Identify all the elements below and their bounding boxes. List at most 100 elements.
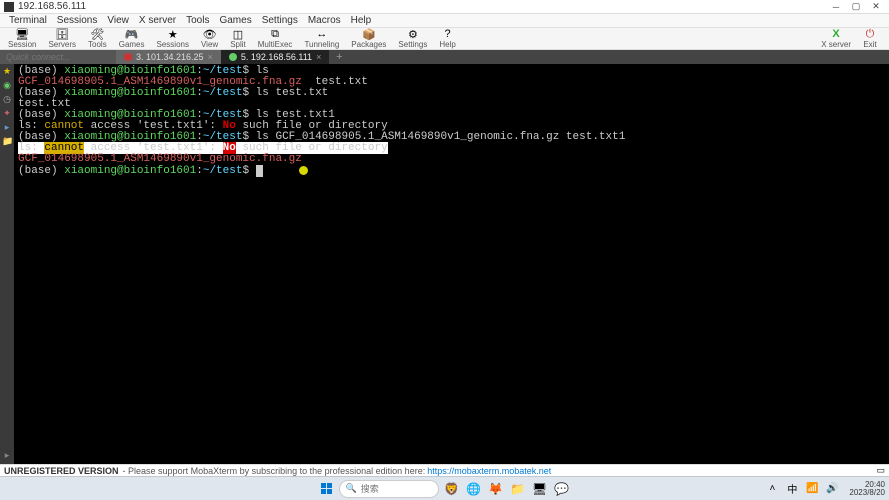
terminal-line: (base) xiaoming@bioinfo1601:~/test$ bbox=[18, 165, 885, 177]
quick-connect-input[interactable] bbox=[0, 52, 116, 62]
split-icon: ◫ bbox=[231, 28, 245, 40]
tool-label: Packages bbox=[351, 40, 386, 49]
unregistered-label: UNREGISTERED VERSION bbox=[4, 466, 119, 476]
terminal-line: GCF_014698905.1_ASM1469890v1_genomic.fna… bbox=[18, 154, 885, 165]
sessions-icon: ★ bbox=[166, 28, 180, 40]
tool-label: Help bbox=[439, 40, 455, 49]
menu-x-server[interactable]: X server bbox=[134, 14, 181, 27]
tool-servers[interactable]: 🗄Servers bbox=[42, 27, 82, 50]
tool-label: Sessions bbox=[157, 40, 189, 49]
tab-5--192-168-56-111[interactable]: 5. 192.168.56.111 × bbox=[221, 50, 330, 64]
tool-x-server[interactable]: XX server bbox=[815, 27, 857, 50]
tool-sessions[interactable]: ★Sessions bbox=[151, 27, 195, 50]
tool-tunneling[interactable]: ↔Tunneling bbox=[298, 27, 345, 50]
statusbar: UNREGISTERED VERSION - Please support Mo… bbox=[0, 464, 889, 476]
quick-connect[interactable] bbox=[0, 50, 116, 64]
games-icon: 🎮 bbox=[125, 28, 139, 40]
tab-close-icon[interactable]: × bbox=[316, 52, 321, 62]
taskbar-app-firefox[interactable]: 🦊 bbox=[487, 480, 505, 498]
maximize-button[interactable]: ▢ bbox=[847, 1, 865, 13]
taskbar-search[interactable]: 🔍 bbox=[339, 480, 439, 498]
tool-label: Servers bbox=[48, 40, 76, 49]
windows-logo-icon bbox=[321, 483, 333, 495]
session-icon: 🖥 bbox=[15, 28, 29, 40]
menu-games[interactable]: Games bbox=[214, 14, 256, 27]
tray-wifi-icon[interactable]: 📶 bbox=[805, 482, 819, 496]
tool-tools[interactable]: 🛠Tools bbox=[82, 27, 113, 50]
tool-label: Settings bbox=[398, 40, 427, 49]
tab-label: 5. 192.168.56.111 bbox=[241, 52, 312, 62]
taskbar-app-chat[interactable]: 💬 bbox=[553, 480, 571, 498]
status-link[interactable]: https://mobaxterm.mobatek.net bbox=[427, 466, 551, 476]
menubar: TerminalSessionsViewX serverToolsGamesSe… bbox=[0, 14, 889, 28]
taskbar-app-edge[interactable]: 🌐 bbox=[465, 480, 483, 498]
tool-label: View bbox=[201, 40, 218, 49]
globe-icon[interactable]: ◉ bbox=[2, 80, 12, 90]
hint-dot-icon bbox=[299, 166, 308, 175]
macros-icon[interactable]: ▸ bbox=[2, 122, 12, 132]
settings-icon: ⚙ bbox=[406, 28, 420, 40]
tray-volume-icon[interactable]: 🔊 bbox=[825, 482, 839, 496]
tool-multiexec[interactable]: ⧉MultiExec bbox=[252, 27, 299, 50]
start-button[interactable] bbox=[319, 481, 335, 497]
tab-status-icon bbox=[124, 53, 132, 61]
tabstrip: 3. 101.34.216.25 × 5. 192.168.56.111 × + bbox=[0, 50, 889, 64]
sftp-icon[interactable]: 📁 bbox=[2, 136, 12, 146]
menu-settings[interactable]: Settings bbox=[257, 14, 303, 27]
tool-exit[interactable]: ⏻Exit bbox=[857, 27, 883, 50]
exit-icon: ⏻ bbox=[863, 28, 877, 40]
multiexec-icon: ⧉ bbox=[268, 28, 282, 40]
tool-settings[interactable]: ⚙Settings bbox=[392, 27, 433, 50]
terminal-line: (base) xiaoming@bioinfo1601:~/test$ ls t… bbox=[18, 88, 885, 99]
clock-icon[interactable]: ◷ bbox=[2, 94, 12, 104]
menu-tools[interactable]: Tools bbox=[181, 14, 214, 27]
tab-close-icon[interactable]: × bbox=[208, 52, 213, 62]
star-icon[interactable]: ★ bbox=[2, 66, 12, 76]
menu-view[interactable]: View bbox=[102, 14, 134, 27]
tool-packages[interactable]: 📦Packages bbox=[345, 27, 392, 50]
taskbar-app-1[interactable]: 🦁 bbox=[443, 480, 461, 498]
taskbar: 🔍 🦁 🌐 🦊 📁 🖥 💬 ˄ 中 📶 🔊 20:40 2023/8/20 bbox=[0, 476, 889, 500]
minimize-button[interactable]: ─ bbox=[827, 1, 845, 13]
taskbar-app-mobax[interactable]: 🖥 bbox=[531, 480, 549, 498]
tool-label: Exit bbox=[863, 40, 876, 49]
tunneling-icon: ↔ bbox=[315, 28, 329, 40]
sidebar: ★ ◉ ◷ ✦ ▸ 📁 ▸ bbox=[0, 64, 14, 464]
tool-session[interactable]: 🖥Session bbox=[2, 27, 42, 50]
tool-help[interactable]: ?Help bbox=[433, 27, 461, 50]
view-icon: 👁 bbox=[203, 28, 217, 40]
tool-label: X server bbox=[821, 40, 851, 49]
status-text: - Please support MobaXterm by subscribin… bbox=[123, 466, 426, 476]
tab-label: 3. 101.34.216.25 bbox=[136, 52, 204, 62]
menu-terminal[interactable]: Terminal bbox=[4, 14, 52, 27]
x server-icon: X bbox=[829, 28, 843, 40]
tool-games[interactable]: 🎮Games bbox=[113, 27, 151, 50]
packages-icon: 📦 bbox=[362, 28, 376, 40]
tool-view[interactable]: 👁View bbox=[195, 27, 224, 50]
window-title: 192.168.56.111 bbox=[18, 1, 827, 12]
app-icon bbox=[4, 2, 14, 12]
new-tab-button[interactable]: + bbox=[329, 50, 349, 64]
status-corner-icon: ▭ bbox=[876, 465, 885, 476]
tool-label: Tunneling bbox=[304, 40, 339, 49]
terminal[interactable]: (base) xiaoming@bioinfo1601:~/test$ lsGC… bbox=[14, 64, 889, 464]
taskbar-clock[interactable]: 20:40 2023/8/20 bbox=[849, 481, 885, 497]
tool-split[interactable]: ◫Split bbox=[224, 27, 252, 50]
tray-ime-icon[interactable]: 中 bbox=[785, 482, 799, 496]
toolbar: 🖥Session🗄Servers🛠Tools🎮Games★Sessions👁Vi… bbox=[0, 28, 889, 50]
tab-3--101-34-216-25[interactable]: 3. 101.34.216.25 × bbox=[116, 50, 221, 64]
taskbar-app-explorer[interactable]: 📁 bbox=[509, 480, 527, 498]
tool-label: Tools bbox=[88, 40, 107, 49]
tray-chevron-icon[interactable]: ˄ bbox=[765, 482, 779, 496]
menu-help[interactable]: Help bbox=[346, 14, 377, 27]
cursor bbox=[256, 165, 263, 177]
taskbar-search-input[interactable] bbox=[361, 484, 431, 494]
menu-macros[interactable]: Macros bbox=[303, 14, 346, 27]
close-button[interactable]: ✕ bbox=[867, 1, 885, 13]
help-icon: ? bbox=[441, 28, 455, 40]
titlebar: 192.168.56.111 ─ ▢ ✕ bbox=[0, 0, 889, 14]
tools-icon[interactable]: ✦ bbox=[2, 108, 12, 118]
expand-icon[interactable]: ▸ bbox=[2, 450, 12, 460]
menu-sessions[interactable]: Sessions bbox=[52, 14, 103, 27]
tools-icon: 🛠 bbox=[90, 28, 104, 40]
